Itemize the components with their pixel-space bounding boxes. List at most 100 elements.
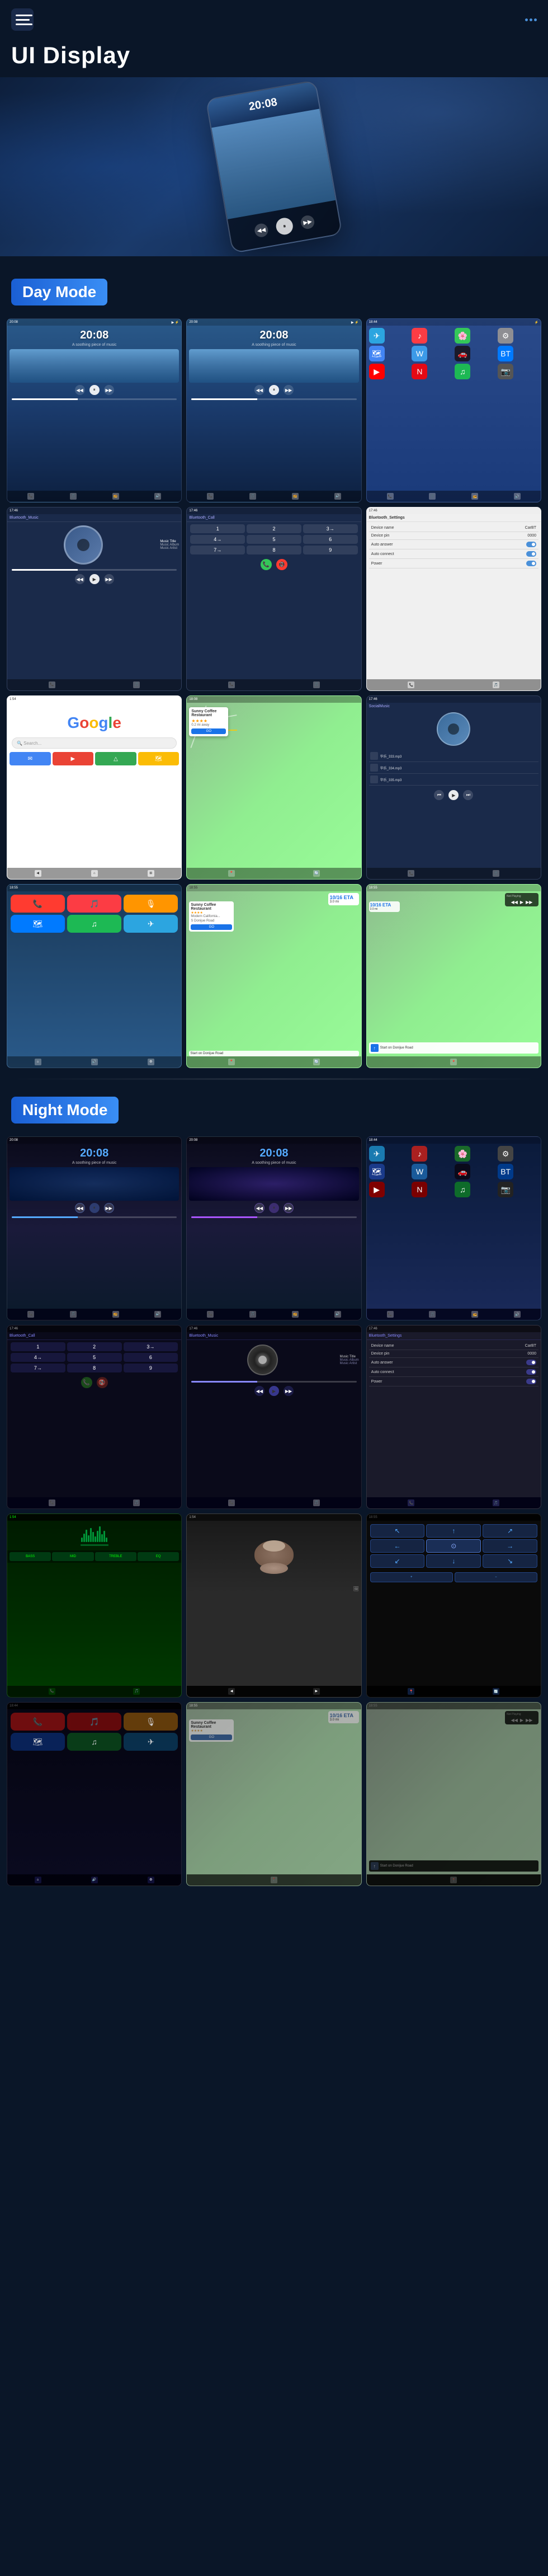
key-5[interactable]: 5 bbox=[247, 535, 301, 544]
spotify-icon[interactable]: ♫ bbox=[455, 1182, 470, 1197]
next-button[interactable]: ▶▶ bbox=[284, 1386, 294, 1396]
forward-button[interactable]: ▶▶ bbox=[300, 214, 315, 230]
eq-btn-3[interactable]: TREBLE bbox=[95, 1552, 136, 1561]
nav-icon-1[interactable]: 📍 bbox=[228, 870, 235, 877]
next-button[interactable]: ▶▶ bbox=[104, 1203, 114, 1213]
auto-connect-setting[interactable]: Auto connect bbox=[369, 549, 538, 559]
youtube-icon[interactable]: ▶ bbox=[369, 364, 385, 379]
nav-icon-4[interactable]: 🔊 bbox=[154, 1311, 161, 1318]
nav-icon-1[interactable]: 📞 bbox=[27, 1311, 34, 1318]
play-button[interactable]: ⏸ bbox=[269, 1203, 279, 1213]
key-5[interactable]: 5 bbox=[67, 1353, 122, 1362]
nav-icon-1[interactable]: 📞 bbox=[27, 493, 34, 500]
play-button[interactable]: ⏸ bbox=[269, 385, 279, 395]
call-button[interactable]: 📞 bbox=[81, 1377, 92, 1388]
home-icon[interactable]: ⌂ bbox=[91, 870, 98, 877]
telegram-app-night[interactable]: ✈ bbox=[124, 1733, 178, 1751]
nav-icon-1[interactable]: 📍 bbox=[450, 1059, 457, 1065]
maps-icon[interactable]: 🗺 bbox=[138, 752, 179, 765]
nav-icon-1[interactable]: 📞 bbox=[207, 493, 214, 500]
nav-icon-3[interactable]: 📻 bbox=[292, 493, 299, 500]
music-icon[interactable]: 🎵 bbox=[133, 1499, 140, 1506]
nav-icon-2[interactable]: 🎵 bbox=[70, 1311, 77, 1318]
phone-icon[interactable]: 📞 bbox=[408, 1499, 414, 1506]
maps-icon[interactable]: 🗺 bbox=[369, 1164, 385, 1179]
waze-icon[interactable]: W bbox=[412, 346, 427, 361]
zoom-in-btn[interactable]: + bbox=[370, 1572, 453, 1582]
music-app-icon[interactable]: 🎵 bbox=[67, 895, 121, 913]
apps-icon[interactable]: ⊞ bbox=[148, 870, 154, 877]
power-setting[interactable]: Power bbox=[369, 559, 538, 568]
track-item-3[interactable]: 华乐_335.mp3 bbox=[369, 774, 538, 786]
telegram-app-icon[interactable]: ✈ bbox=[124, 915, 178, 933]
telegram-icon[interactable]: ✈ bbox=[369, 1146, 385, 1162]
nav-icon-3[interactable]: ⚙ bbox=[148, 1059, 154, 1065]
key-2[interactable]: 2 bbox=[247, 524, 301, 533]
next-button[interactable]: ▶▶ bbox=[284, 385, 294, 395]
eq-btn-1[interactable]: BASS bbox=[10, 1552, 51, 1561]
next-button[interactable]: ▶▶ bbox=[104, 574, 114, 584]
nav-icon-3[interactable]: 📻 bbox=[112, 493, 119, 500]
next-button[interactable]: ⏭ bbox=[463, 790, 473, 800]
phone-icon[interactable]: 📞 bbox=[408, 681, 414, 688]
media-prev[interactable]: ◀◀ bbox=[511, 900, 518, 905]
nav-icon-2[interactable]: 🎵 bbox=[133, 1688, 140, 1695]
nav-icon-2[interactable]: 🎵 bbox=[249, 493, 256, 500]
key-3[interactable]: 3→ bbox=[303, 524, 358, 533]
nav-icon-1[interactable]: 📍 bbox=[228, 1059, 235, 1065]
nav-icon-2[interactable]: 🔄 bbox=[313, 1059, 320, 1065]
next-button[interactable]: ▶▶ bbox=[284, 1203, 294, 1213]
next-button[interactable]: ▶▶ bbox=[104, 385, 114, 395]
track-item-2[interactable]: 华乐_334.mp3 bbox=[369, 762, 538, 774]
nav-icon-3[interactable]: 📻 bbox=[471, 493, 478, 500]
phone-icon[interactable]: 📞 bbox=[49, 681, 55, 688]
prev-button[interactable]: ◀◀ bbox=[75, 385, 85, 395]
nav-icon-2[interactable]: 🎵 bbox=[429, 493, 436, 500]
nav-dots[interactable] bbox=[525, 18, 537, 21]
carplay-icon[interactable]: 🚗 bbox=[455, 1164, 470, 1179]
music-icon[interactable]: 🎵 bbox=[313, 1499, 320, 1506]
forward-icon[interactable]: ▶ bbox=[313, 1688, 320, 1695]
nav-icon[interactable]: ◀ bbox=[35, 870, 41, 877]
settings-icon[interactable]: ⚙ bbox=[148, 1877, 154, 1883]
gmail-icon[interactable]: ✉ bbox=[10, 752, 51, 765]
eq-btn-2[interactable]: MID bbox=[52, 1552, 93, 1561]
key-2[interactable]: 2 bbox=[67, 1342, 122, 1351]
media-play[interactable]: ▶ bbox=[520, 900, 523, 905]
key-7[interactable]: 7→ bbox=[11, 1364, 65, 1372]
volume-icon[interactable]: 🔊 bbox=[91, 1877, 98, 1883]
photos-icon[interactable]: 🌸 bbox=[455, 328, 470, 344]
prev-button[interactable]: ◀◀ bbox=[254, 1386, 264, 1396]
maps-app-icon[interactable]: 🗺 bbox=[11, 915, 65, 933]
podcast-app-night[interactable]: 🎙 bbox=[124, 1713, 178, 1731]
music-icon[interactable]: 🎵 bbox=[493, 870, 499, 877]
power-toggle-night[interactable] bbox=[526, 1379, 536, 1384]
night-go-btn[interactable]: GO bbox=[191, 1734, 232, 1740]
nav-down[interactable]: ↓ bbox=[426, 1554, 481, 1568]
nav-icon-1[interactable]: 📞 bbox=[49, 1688, 55, 1695]
power-toggle[interactable] bbox=[526, 561, 536, 566]
nav-icon-1[interactable]: 📞 bbox=[387, 493, 394, 500]
music-icon[interactable]: ♪ bbox=[412, 328, 427, 344]
auto-answer-setting[interactable]: Auto answer bbox=[369, 540, 538, 549]
key-6[interactable]: 6 bbox=[303, 535, 358, 544]
prev-button[interactable]: ◀◀ bbox=[254, 385, 264, 395]
end-call-button[interactable]: 📵 bbox=[97, 1377, 108, 1388]
play-button[interactable]: ▶ bbox=[269, 1386, 279, 1396]
menu-button[interactable] bbox=[11, 8, 34, 31]
music-icon[interactable]: 🎵 bbox=[133, 681, 140, 688]
phone-app-night[interactable]: 📞 bbox=[11, 1713, 65, 1731]
nav-icon-1[interactable]: 📍 bbox=[271, 1877, 277, 1883]
music-icon[interactable]: ♪ bbox=[412, 1146, 427, 1162]
key-6[interactable]: 6 bbox=[124, 1353, 178, 1362]
zoom-out-btn[interactable]: − bbox=[455, 1572, 537, 1582]
spotify-app-night[interactable]: ♫ bbox=[67, 1733, 121, 1751]
home-icon[interactable]: ⌂ bbox=[35, 1877, 41, 1883]
nav-up-left[interactable]: ↖ bbox=[370, 1524, 425, 1538]
nav-icon-1[interactable]: 📞 bbox=[207, 1311, 214, 1318]
spotify-icon[interactable]: ♫ bbox=[455, 364, 470, 379]
track-item-1[interactable]: 华乐_333.mp3 bbox=[369, 750, 538, 762]
nav-up[interactable]: ↑ bbox=[426, 1524, 481, 1538]
nav-icon-3[interactable]: 📻 bbox=[471, 1311, 478, 1318]
phone-app-icon[interactable]: 📞 bbox=[11, 895, 65, 913]
